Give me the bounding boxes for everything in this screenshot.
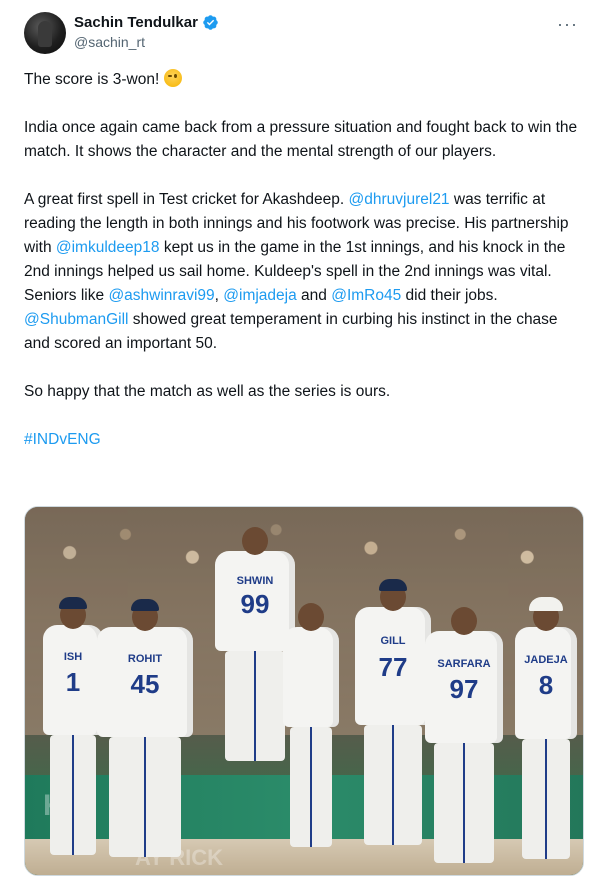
player-figure: GILL 77: [355, 579, 431, 845]
tweet-text: did their jobs.: [401, 287, 498, 304]
jersey-number: 8: [538, 669, 554, 700]
jersey-name: SARFARA: [437, 657, 491, 670]
profile-avatar[interactable]: [24, 12, 66, 54]
player-legs: [364, 725, 422, 845]
player-figure: ISH 1: [43, 597, 103, 855]
tweet-paragraph-3: A great first spell in Test cricket for …: [24, 188, 584, 356]
jersey-name: JADEJA: [524, 653, 568, 666]
hashtag-paragraph: #INDvENG: [24, 428, 584, 452]
player-figure: SARFARA 97: [425, 607, 503, 863]
author-name[interactable]: Sachin Tendulkar: [74, 14, 198, 31]
tweet-text: The score is 3-won!: [24, 71, 164, 88]
tweet-text: A great first spell in Test cricket for …: [24, 191, 349, 208]
jersey-number: 77: [378, 651, 408, 682]
jersey-name: ROHIT: [127, 653, 163, 666]
verified-badge-icon: [202, 14, 219, 31]
player-legs: [522, 739, 570, 859]
player-cap: [131, 599, 159, 611]
jersey-name: GILL: [380, 635, 406, 648]
player-head: [298, 603, 324, 631]
jersey-number: 99: [240, 589, 270, 619]
jersey-name: ISH: [63, 651, 83, 664]
tweet-paragraph-4: So happy that the match as well as the s…: [24, 383, 391, 400]
mention-link[interactable]: @imkuldeep18: [56, 239, 160, 256]
player-legs: [50, 735, 96, 855]
player-head: [242, 527, 268, 555]
mention-link[interactable]: @ashwinravi99: [108, 287, 214, 304]
player-figure: JADEJA 8: [515, 597, 577, 859]
jersey-number: 97: [449, 673, 479, 704]
tweet-paragraph-1: The score is 3-won!: [24, 68, 584, 92]
mention-link[interactable]: @ImRo45: [331, 287, 401, 304]
author-block: Sachin Tendulkar @sachin_rt: [74, 14, 219, 50]
player-legs: [224, 651, 286, 761]
player-legs: [434, 743, 494, 863]
jersey-number: 1: [65, 666, 81, 697]
player-hat: [529, 597, 563, 611]
author-name-row: Sachin Tendulkar: [74, 14, 219, 31]
mention-link[interactable]: @ShubmanGill: [24, 311, 128, 328]
jersey-name: SHWIN: [236, 575, 274, 587]
jersey-number: 45: [130, 668, 160, 699]
tweet-body: The score is 3-won! India once again cam…: [24, 68, 584, 476]
player-head: [451, 607, 477, 635]
tweet-photo[interactable]: Kh AY RICK ISH 1 ROHIT 45 SHWIN 99: [24, 506, 584, 876]
hashtag-link[interactable]: #INDvENG: [24, 431, 101, 448]
player-figure: ROHIT 45: [97, 599, 193, 857]
tweet-card: Sachin Tendulkar @sachin_rt ··· The scor…: [0, 0, 600, 891]
tweet-paragraph-2: India once again came back from a pressu…: [24, 119, 578, 160]
player-legs: [289, 727, 333, 847]
winking-face-emoji-icon: [163, 69, 182, 87]
author-handle[interactable]: @sachin_rt: [74, 34, 219, 50]
player-figure: [283, 603, 339, 847]
player-cap: [59, 597, 87, 609]
player-cap: [379, 579, 407, 591]
tweet-text: ,: [214, 287, 224, 304]
avatar-figure: [38, 21, 52, 47]
mention-link[interactable]: @dhruvjurel21: [349, 191, 450, 208]
more-options-icon[interactable]: ···: [557, 14, 578, 35]
mention-link[interactable]: @imjadeja: [223, 287, 296, 304]
tweet-text: and: [296, 287, 332, 304]
player-legs: [108, 737, 182, 857]
